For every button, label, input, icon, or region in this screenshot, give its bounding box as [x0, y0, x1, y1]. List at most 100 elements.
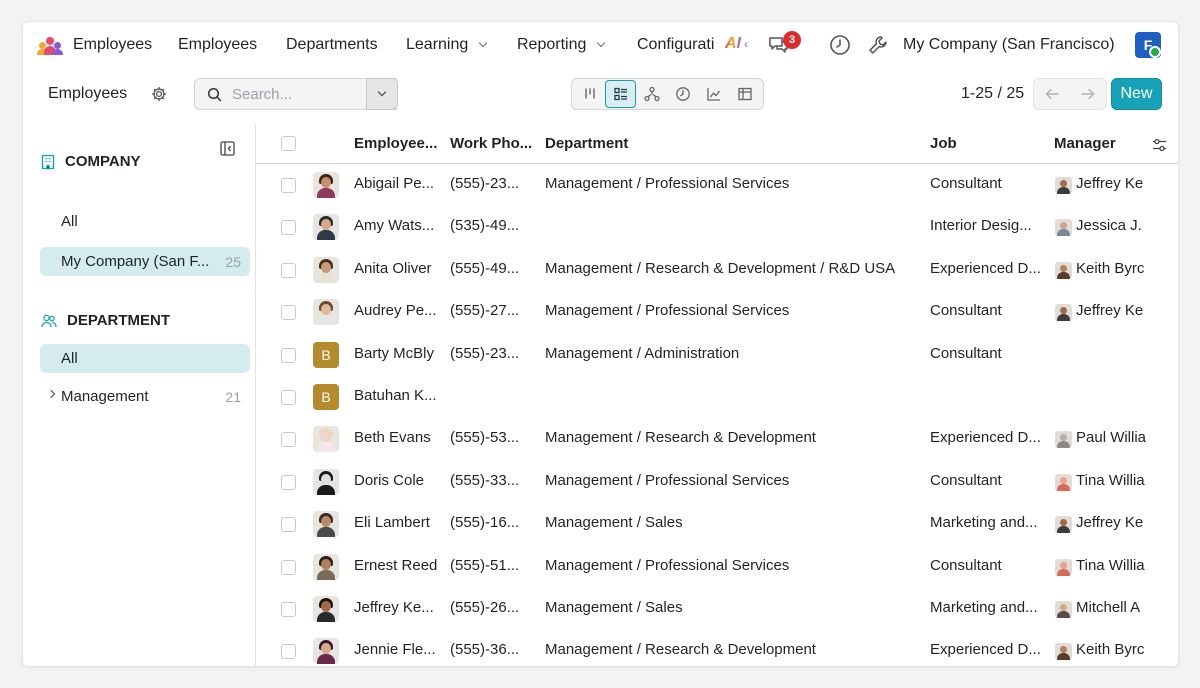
view-kanban-button[interactable]: [574, 80, 605, 108]
department-cell[interactable]: Management / Professional Services: [545, 472, 920, 489]
view-hierarchy-button[interactable]: [636, 80, 667, 108]
chevron-right-icon[interactable]: [46, 389, 56, 399]
table-row[interactable]: Anita Oliver (555)-49... Management / Re…: [256, 249, 1178, 291]
manager-cell[interactable]: Jeffrey Ke: [1076, 302, 1148, 319]
sidebar-item-my-company[interactable]: My Company (San F... 25: [40, 247, 250, 276]
row-checkbox[interactable]: [281, 432, 296, 448]
manager-cell[interactable]: Mitchell A: [1076, 599, 1148, 616]
job-cell[interactable]: Consultant: [930, 472, 1048, 489]
row-checkbox[interactable]: [281, 262, 296, 278]
breadcrumb-title[interactable]: Employees: [48, 85, 127, 103]
work-phone-cell[interactable]: (555)-36...: [450, 641, 540, 658]
row-checkbox[interactable]: [281, 602, 296, 617]
employee-name-cell[interactable]: Doris Cole: [354, 472, 444, 489]
employee-name-cell[interactable]: Jeffrey Ke...: [354, 599, 444, 616]
sidebar-item-management[interactable]: Management 21: [40, 382, 250, 411]
wrench-icon[interactable]: [867, 34, 889, 60]
pager-value[interactable]: 1-25 / 25: [961, 85, 1024, 103]
view-pivot-button[interactable]: [729, 80, 760, 108]
ai-icon[interactable]: AI ‹: [725, 35, 748, 53]
employee-name-cell[interactable]: Jennie Fle...: [354, 641, 444, 658]
job-cell[interactable]: Interior Desig...: [930, 217, 1048, 234]
row-checkbox[interactable]: [281, 474, 296, 490]
row-checkbox[interactable]: [281, 220, 296, 236]
employee-name-cell[interactable]: Barty McBly: [354, 345, 444, 362]
work-phone-cell[interactable]: (555)-53...: [450, 429, 540, 446]
manager-cell[interactable]: Tina Willia: [1076, 557, 1148, 574]
collapse-panel-icon[interactable]: [220, 141, 235, 160]
work-phone-cell[interactable]: (555)-27...: [450, 302, 540, 319]
employee-name-cell[interactable]: Eli Lambert: [354, 514, 444, 531]
department-cell[interactable]: Management / Research & Development / R&…: [545, 260, 920, 277]
nav-employees[interactable]: Employees: [178, 36, 257, 54]
app-brand[interactable]: Employees: [37, 35, 152, 55]
manager-cell[interactable]: Paul Willia: [1076, 429, 1148, 446]
row-checkbox[interactable]: [281, 559, 296, 575]
search-options-toggle[interactable]: [366, 78, 398, 110]
work-phone-cell[interactable]: (555)-16...: [450, 514, 540, 531]
company-switcher[interactable]: My Company (San Francisco): [903, 36, 1115, 54]
job-cell[interactable]: Consultant: [930, 175, 1048, 192]
row-checkbox[interactable]: [281, 390, 296, 405]
work-phone-cell[interactable]: (555)-23...: [450, 345, 540, 362]
job-cell[interactable]: Consultant: [930, 557, 1048, 574]
job-cell[interactable]: Experienced D...: [930, 429, 1048, 446]
view-graph-button[interactable]: [698, 80, 729, 108]
table-row[interactable]: B Barty McBly (555)-23... Management / A…: [256, 334, 1178, 376]
row-checkbox[interactable]: [281, 517, 296, 533]
column-header-manager[interactable]: Manager: [1054, 135, 1116, 152]
table-row[interactable]: Amy Wats... (535)-49... Interior Desig..…: [256, 206, 1178, 248]
row-checkbox[interactable]: [281, 305, 296, 321]
table-row[interactable]: Abigail Pe... (555)-23... Management / P…: [256, 164, 1178, 206]
table-row[interactable]: Beth Evans (555)-53... Management / Rese…: [256, 418, 1178, 460]
department-cell[interactable]: Management / Professional Services: [545, 175, 920, 192]
pager-previous-button[interactable]: [1034, 79, 1070, 109]
view-list-button[interactable]: [605, 80, 636, 108]
manager-cell[interactable]: Jeffrey Ke: [1076, 175, 1148, 192]
job-cell[interactable]: Marketing and...: [930, 599, 1048, 616]
work-phone-cell[interactable]: (555)-33...: [450, 472, 540, 489]
employee-name-cell[interactable]: Batuhan K...: [354, 387, 444, 404]
job-cell[interactable]: Marketing and...: [930, 514, 1048, 531]
job-cell[interactable]: Consultant: [930, 345, 1048, 362]
nav-configuration[interactable]: Configurati: [637, 36, 726, 54]
employee-name-cell[interactable]: Beth Evans: [354, 429, 444, 446]
table-row[interactable]: Jeffrey Ke... (555)-26... Management / S…: [256, 588, 1178, 630]
column-header-job[interactable]: Job: [930, 135, 957, 152]
table-row[interactable]: Audrey Pe... (555)-27... Management / Pr…: [256, 291, 1178, 333]
nav-reporting[interactable]: Reporting: [517, 36, 606, 54]
department-cell[interactable]: Management / Professional Services: [545, 302, 920, 319]
nav-departments[interactable]: Departments: [286, 36, 378, 54]
department-cell[interactable]: Management / Research & Development: [545, 641, 920, 658]
column-header-work-phone[interactable]: Work Pho...: [450, 135, 532, 152]
department-cell[interactable]: Management / Sales: [545, 599, 920, 616]
table-row[interactable]: Eli Lambert (555)-16... Management / Sal…: [256, 503, 1178, 545]
job-cell[interactable]: Consultant: [930, 302, 1048, 319]
work-phone-cell[interactable]: (535)-49...: [450, 217, 540, 234]
work-phone-cell[interactable]: (555)-23...: [450, 175, 540, 192]
employee-name-cell[interactable]: Audrey Pe...: [354, 302, 444, 319]
department-cell[interactable]: Management / Research & Development: [545, 429, 920, 446]
employee-name-cell[interactable]: Anita Oliver: [354, 260, 444, 277]
employee-name-cell[interactable]: Ernest Reed: [354, 557, 444, 574]
row-checkbox[interactable]: [281, 347, 296, 363]
table-row[interactable]: Jennie Fle... (555)-36... Management / R…: [256, 630, 1178, 666]
department-cell[interactable]: Management / Administration: [545, 345, 920, 362]
department-cell[interactable]: Management / Sales: [545, 514, 920, 531]
job-cell[interactable]: Experienced D...: [930, 641, 1048, 658]
column-settings-icon[interactable]: [1152, 138, 1167, 156]
table-row[interactable]: Doris Cole (555)-33... Management / Prof…: [256, 461, 1178, 503]
new-button[interactable]: New: [1111, 78, 1162, 110]
table-row[interactable]: B Batuhan K...: [256, 376, 1178, 418]
search-input[interactable]: [232, 85, 382, 103]
employee-name-cell[interactable]: Amy Wats...: [354, 217, 444, 234]
row-checkbox[interactable]: [281, 644, 296, 660]
manager-cell[interactable]: Keith Byrc: [1076, 641, 1148, 658]
pager-next-button[interactable]: [1070, 79, 1106, 109]
manager-cell[interactable]: Jessica J.: [1076, 217, 1148, 234]
work-phone-cell[interactable]: (555)-51...: [450, 557, 540, 574]
work-phone-cell[interactable]: (555)-49...: [450, 260, 540, 277]
manager-cell[interactable]: Jeffrey Ke: [1076, 514, 1148, 531]
sidebar-item-department-all[interactable]: All: [40, 344, 250, 373]
table-row[interactable]: Ernest Reed (555)-51... Management / Pro…: [256, 546, 1178, 588]
